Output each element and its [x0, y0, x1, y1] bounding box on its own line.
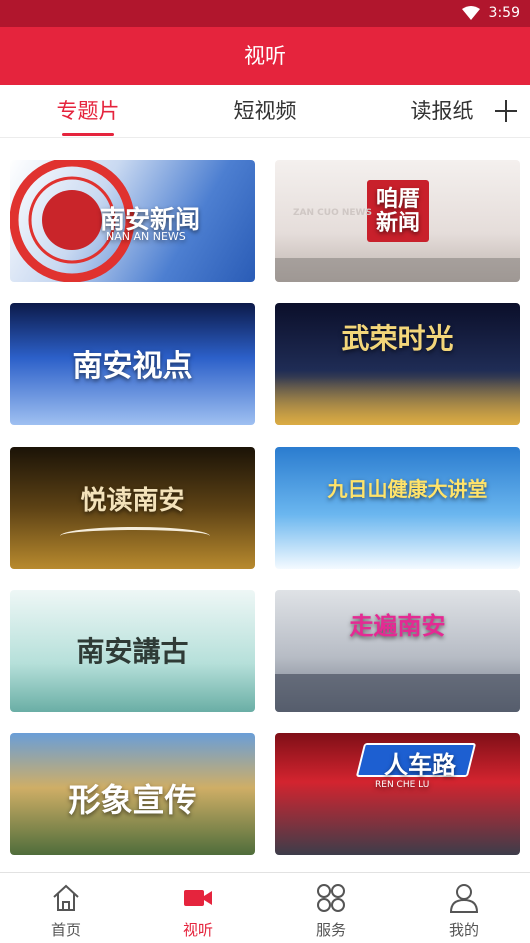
bottom-navigation: 首页 视听 服务 我的	[0, 872, 530, 943]
program-card[interactable]: 咱厝新闻 ZAN CUO NEWS	[275, 160, 520, 282]
wifi-icon	[462, 6, 480, 20]
tab-special-programs[interactable]: 专题片	[40, 85, 136, 138]
program-card[interactable]: 南安新闻 NAN AN NEWS	[10, 160, 255, 282]
program-title: 南安講古	[76, 635, 189, 668]
page-title: 视听	[0, 27, 530, 85]
program-subtitle: NAN AN NEWS	[106, 230, 186, 243]
tab-bar: 专题片 短视频 读报纸	[0, 85, 530, 138]
nav-label: 首页	[50, 921, 81, 939]
skyline-graphic	[275, 674, 520, 712]
nav-audio-video[interactable]: 视听	[132, 873, 264, 943]
program-title: 九日山健康大讲堂	[327, 477, 488, 501]
program-title: 走遍南安	[349, 612, 446, 640]
nav-services[interactable]: 服务	[265, 873, 397, 943]
nav-label: 服务	[315, 921, 346, 939]
nav-label: 我的	[448, 921, 479, 939]
program-card[interactable]: 南安講古	[10, 590, 255, 712]
program-title: 悦读南安	[80, 486, 185, 516]
program-card[interactable]: 走遍南安	[275, 590, 520, 712]
program-title: 武荣时光	[341, 322, 454, 355]
program-title: 形象宣传	[68, 781, 197, 819]
program-card[interactable]: 形象宣传	[10, 733, 255, 855]
user-icon	[449, 884, 479, 913]
open-book-graphic	[60, 527, 210, 545]
nav-profile[interactable]: 我的	[398, 873, 530, 943]
program-title: 咱厝新闻	[375, 187, 420, 236]
skyline-graphic	[275, 258, 520, 282]
tab-read-newspaper[interactable]: 读报纸	[394, 85, 490, 138]
grid-icon	[317, 884, 345, 912]
active-tab-indicator	[62, 133, 114, 136]
video-camera-icon	[184, 890, 212, 906]
plus-icon[interactable]	[492, 97, 520, 125]
program-subtitle: REN CHE LU	[375, 780, 430, 790]
program-grid: 南安新闻 NAN AN NEWS 咱厝新闻 ZAN CUO NEWS 南安视点 …	[0, 138, 530, 872]
program-card[interactable]: 九日山健康大讲堂	[275, 447, 520, 569]
status-bar: 3:59	[0, 0, 530, 27]
program-subtitle: ZAN CUO NEWS	[293, 208, 372, 218]
status-time: 3:59	[488, 5, 520, 21]
program-title: 人车路	[384, 751, 456, 779]
program-card[interactable]: 人车路 REN CHE LU	[275, 733, 520, 855]
home-icon	[53, 884, 79, 911]
program-card[interactable]: 武荣时光	[275, 303, 520, 425]
nav-home[interactable]: 首页	[0, 873, 132, 943]
city-lights-graphic	[275, 377, 520, 425]
tab-short-videos[interactable]: 短视频	[217, 85, 313, 138]
program-title: 南安视点	[72, 349, 193, 384]
nav-label: 视听	[182, 921, 213, 939]
program-card[interactable]: 南安视点	[10, 303, 255, 425]
program-card[interactable]: 悦读南安	[10, 447, 255, 569]
